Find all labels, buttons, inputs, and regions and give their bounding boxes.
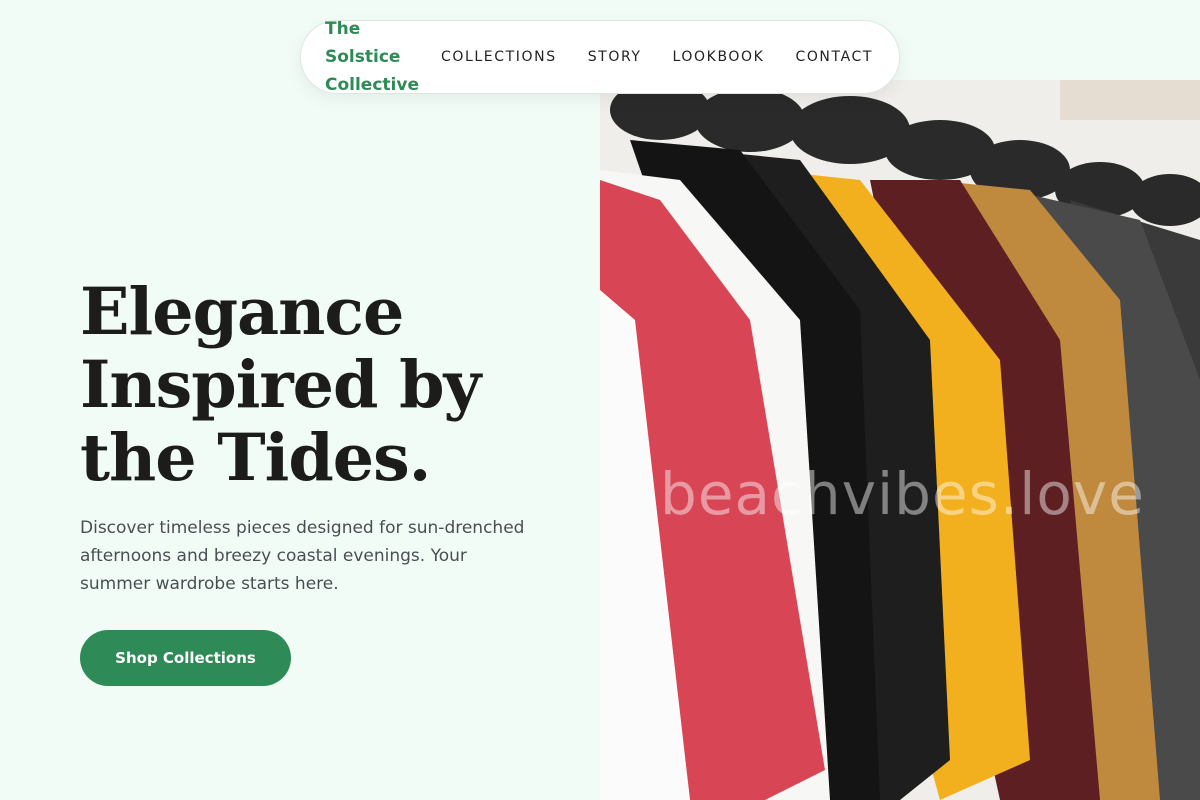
nav-link-contact[interactable]: CONTACT xyxy=(795,49,873,65)
landing-page: beachvibes.love The Solstice Collective … xyxy=(0,0,1200,800)
hero-title: Elegance Inspired by the Tides. xyxy=(80,274,481,496)
nav-link-collections[interactable]: COLLECTIONS xyxy=(441,49,557,65)
image-watermark: beachvibes.love xyxy=(660,460,1145,528)
top-navbar: The Solstice Collective COLLECTIONS STOR… xyxy=(300,19,900,95)
hero-description: Discover timeless pieces designed for su… xyxy=(80,518,525,594)
shirts-illustration xyxy=(600,80,1200,800)
brand-logo-text[interactable]: The Solstice Collective xyxy=(325,15,441,99)
hero-image-shirts-on-rack: beachvibes.love xyxy=(600,80,1200,800)
nav-link-story[interactable]: STORY xyxy=(588,49,642,65)
shop-collections-button[interactable]: Shop Collections xyxy=(80,630,291,686)
nav-links: COLLECTIONS STORY LOOKBOOK CONTACT xyxy=(441,49,873,65)
nav-link-lookbook[interactable]: LOOKBOOK xyxy=(673,49,765,65)
